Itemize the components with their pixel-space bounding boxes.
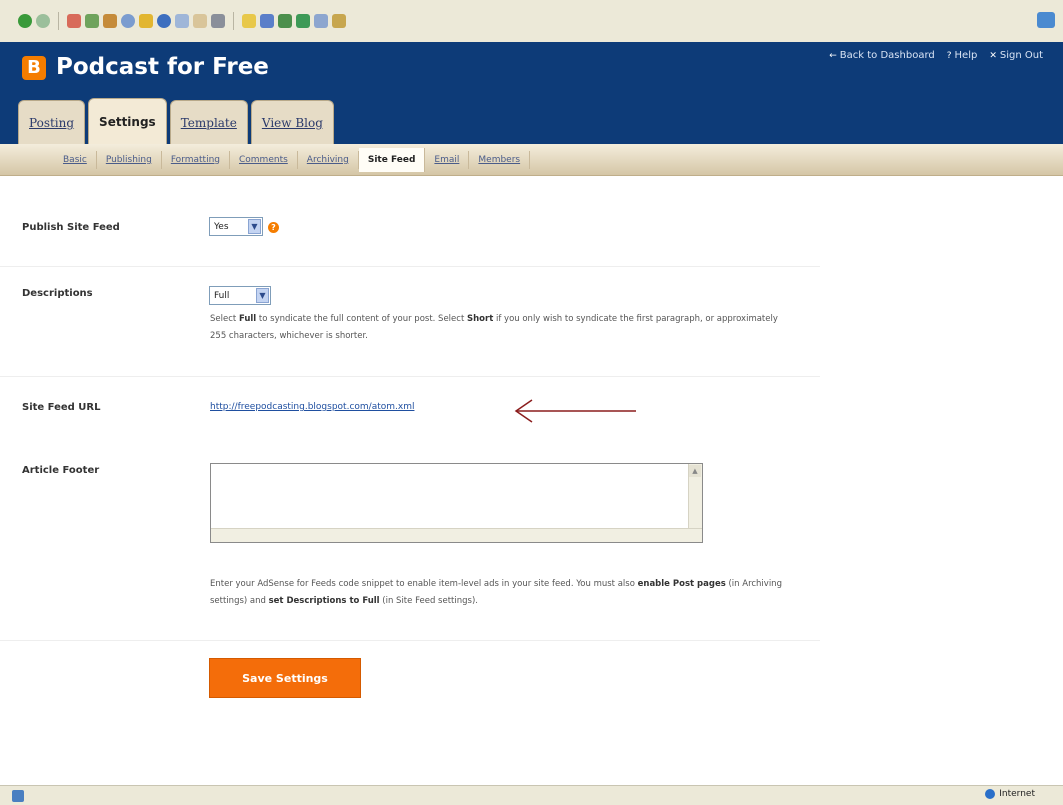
stop-icon[interactable] [67, 14, 81, 28]
arrow-left-icon: ← [829, 50, 837, 61]
subtab-publishing[interactable]: Publishing [97, 150, 162, 169]
publish-site-feed-select[interactable]: Yes ▼ [209, 217, 263, 236]
browser-status-bar: Internet [0, 785, 1063, 805]
chevron-down-icon: ▼ [256, 288, 269, 303]
descriptions-label: Descriptions [22, 288, 93, 299]
main-tabs: Posting Settings Template View Blog [18, 98, 334, 144]
back-icon[interactable] [18, 14, 32, 28]
security-zone-label: Internet [999, 789, 1035, 799]
account-links: ← Back to Dashboard ? Help ✕ Sign Out [829, 50, 1043, 61]
publish-site-feed-label: Publish Site Feed [22, 222, 120, 233]
help-label: Help [954, 50, 978, 61]
blog-title: Podcast for Free [56, 54, 269, 80]
article-footer-textarea[interactable]: ▲ [210, 463, 703, 543]
article-footer-label: Article Footer [22, 465, 100, 476]
tab-posting[interactable]: Posting [18, 100, 86, 144]
scroll-up-icon[interactable]: ▲ [689, 465, 701, 477]
help-text-part: (in Site Feed settings). [379, 596, 478, 606]
divider [0, 376, 820, 377]
print-icon[interactable] [211, 14, 225, 28]
mail-icon[interactable] [193, 14, 207, 28]
divider [0, 640, 820, 641]
blogger-header: B Podcast for Free ← Back to Dashboard ?… [0, 42, 1063, 144]
article-footer-help-text: Enter your AdSense for Feeds code snippe… [210, 576, 810, 610]
subtab-basic[interactable]: Basic [54, 150, 97, 169]
tab-view-blog[interactable]: View Blog [250, 100, 334, 144]
back-to-dashboard-label: Back to Dashboard [839, 50, 935, 61]
windows-flag-area [1037, 12, 1055, 28]
subtab-formatting[interactable]: Formatting [162, 150, 230, 169]
subtab-comments[interactable]: Comments [230, 150, 298, 169]
divider [0, 266, 820, 267]
windows-logo-icon [1037, 12, 1055, 28]
tab-template[interactable]: Template [169, 100, 248, 144]
home-icon[interactable] [103, 14, 117, 28]
descriptions-select[interactable]: Full ▼ [209, 286, 271, 305]
descriptions-help-text: Select Full to syndicate the full conten… [210, 311, 780, 345]
textarea-horizontal-scrollbar[interactable] [211, 528, 702, 542]
edit-icon[interactable] [242, 14, 256, 28]
back-to-dashboard-link[interactable]: ← Back to Dashboard [829, 50, 934, 61]
extra-icon-1[interactable] [296, 14, 310, 28]
help-text-part: to syndicate the full content of your po… [256, 314, 467, 324]
toolbar-separator [233, 12, 234, 30]
settings-subtabs: Basic Publishing Formatting Comments Arc… [0, 144, 1063, 176]
history-icon[interactable] [175, 14, 189, 28]
search-icon[interactable] [121, 14, 135, 28]
help-link[interactable]: ? Help [947, 50, 978, 61]
textarea-vertical-scrollbar[interactable]: ▲ [688, 464, 702, 530]
refresh-icon[interactable] [85, 14, 99, 28]
help-text-emphasis: Full [238, 314, 257, 324]
extra-icon-2[interactable] [314, 14, 328, 28]
help-text-emphasis: set Descriptions to Full [268, 596, 380, 606]
help-text-part: Select [210, 314, 239, 324]
question-icon: ? [946, 50, 952, 61]
help-text-emphasis: enable Post pages [637, 579, 726, 589]
subtab-members[interactable]: Members [469, 150, 531, 169]
sign-out-label: Sign Out [999, 50, 1043, 61]
help-icon[interactable]: ? [268, 222, 279, 233]
subtab-site-feed[interactable]: Site Feed [358, 147, 426, 172]
site-feed-url-label: Site Feed URL [22, 402, 101, 413]
tab-settings[interactable]: Settings [88, 98, 167, 144]
favorites-icon[interactable] [139, 14, 153, 28]
research-icon[interactable] [278, 14, 292, 28]
subtab-email[interactable]: Email [425, 150, 470, 169]
blogger-logo-icon[interactable]: B [22, 56, 46, 80]
help-text-part: Enter your AdSense for Feeds code snippe… [210, 579, 638, 589]
page-icon [12, 790, 24, 802]
extra-icon-3[interactable] [332, 14, 346, 28]
messenger-icon[interactable] [260, 14, 274, 28]
publish-site-feed-value: Yes [214, 221, 229, 232]
browser-toolbar [0, 0, 1063, 42]
save-settings-button[interactable]: Save Settings [209, 658, 361, 698]
close-icon: ✕ [989, 50, 997, 61]
security-zone: Internet [985, 789, 1035, 799]
sign-out-link[interactable]: ✕ Sign Out [989, 50, 1043, 61]
descriptions-value: Full [214, 290, 230, 301]
annotation-arrow [514, 399, 636, 423]
media-icon[interactable] [157, 14, 171, 28]
help-text-emphasis: Short [467, 314, 494, 324]
site-feed-url-link[interactable]: http://freepodcasting.blogspot.com/atom.… [210, 402, 414, 412]
globe-icon [985, 789, 996, 799]
chevron-down-icon: ▼ [248, 219, 261, 234]
subtab-archiving[interactable]: Archiving [298, 150, 359, 169]
toolbar-separator [58, 12, 59, 30]
forward-icon[interactable] [36, 14, 50, 28]
